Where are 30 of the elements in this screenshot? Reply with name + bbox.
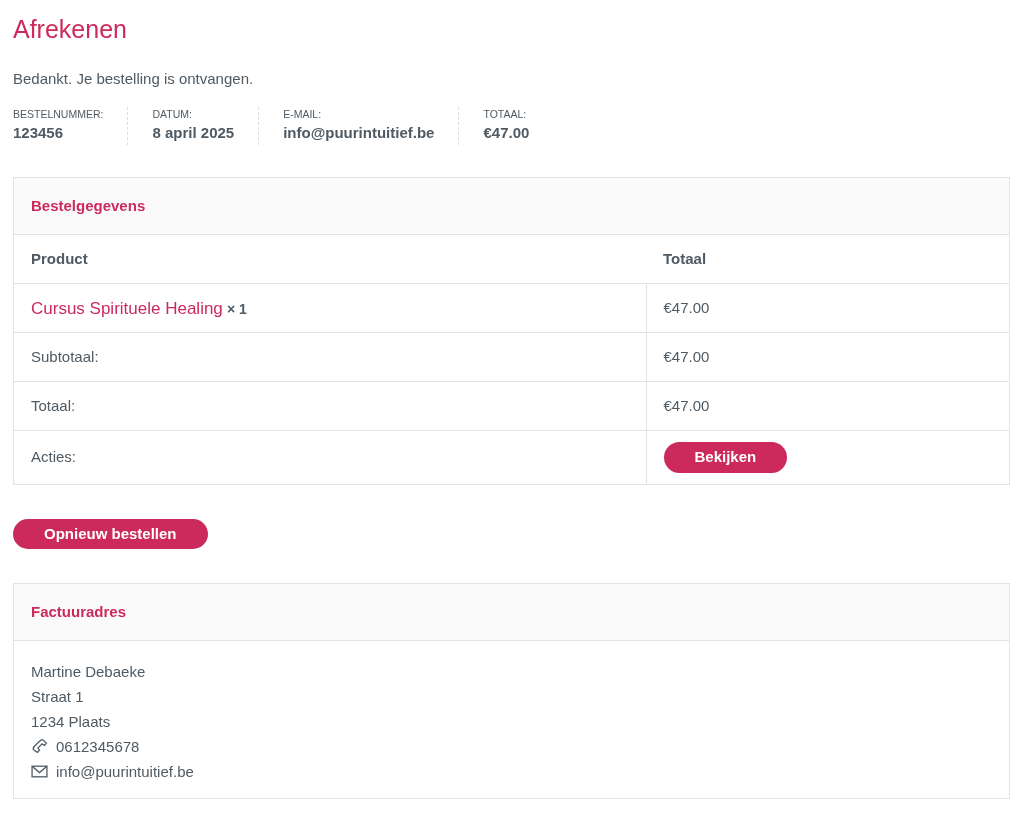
overview-value: info@puurintuitief.be bbox=[283, 123, 435, 144]
overview-label: BESTELNUMMER: bbox=[13, 106, 104, 122]
panel-heading: Factuuradres bbox=[14, 584, 1009, 642]
table-cell: €47.00 bbox=[646, 332, 1009, 382]
order-again-button[interactable]: Opnieuw bestellen bbox=[13, 518, 208, 550]
address-line: info@puurintuitief.be bbox=[56, 762, 194, 783]
table-cell: Subtotaal: bbox=[14, 332, 646, 382]
table-cell: €47.00 bbox=[646, 381, 1009, 431]
table-cell: Totaal: bbox=[14, 381, 646, 431]
overview-value: €47.00 bbox=[483, 123, 530, 144]
address-line: 0612345678 bbox=[56, 737, 140, 758]
address-line: Straat 1 bbox=[31, 687, 84, 708]
confirmation-message: Bedankt. Je bestelling is ontvangen. bbox=[13, 69, 255, 89]
page-title: Afrekenen bbox=[13, 14, 128, 44]
view-button[interactable]: Bekijken bbox=[663, 442, 788, 473]
address-line: 1234 Plaats bbox=[31, 712, 111, 733]
overview-label: E-MAIL: bbox=[283, 106, 323, 122]
table-cell: €47.00 bbox=[646, 283, 1009, 333]
address-line: Martine Debaeke bbox=[31, 662, 146, 683]
quantity-text: × 1 bbox=[227, 300, 247, 317]
panel-heading: Bestelgegevens bbox=[14, 177, 1009, 235]
column-header: Product bbox=[14, 234, 646, 284]
column-header: Totaal bbox=[646, 234, 1009, 284]
overview-value: 123456 bbox=[13, 123, 65, 144]
overview-label: DATUM: bbox=[152, 106, 193, 122]
table-cell: Acties: bbox=[14, 430, 646, 484]
product-link[interactable]: Cursus Spirituele Healing bbox=[31, 298, 223, 318]
overview-label: TOTAAL: bbox=[483, 106, 528, 122]
phone-icon bbox=[31, 738, 48, 756]
overview-value: 8 april 2025 bbox=[152, 123, 235, 144]
